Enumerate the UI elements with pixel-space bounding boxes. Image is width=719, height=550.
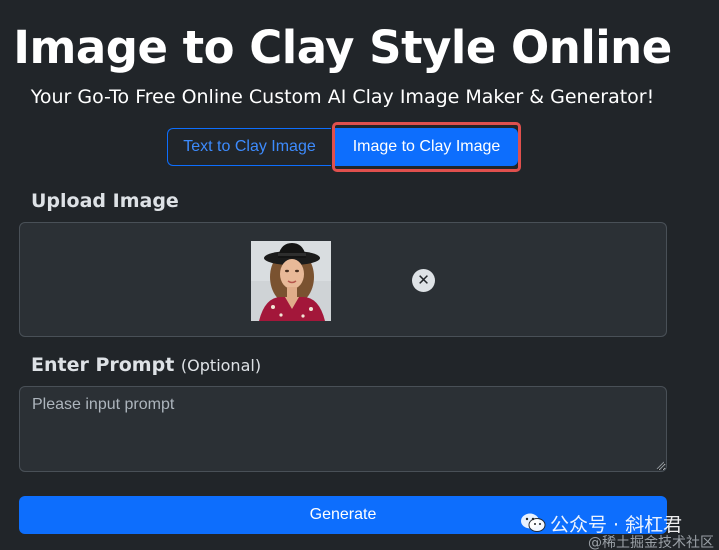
prompt-label-text: Enter Prompt	[31, 354, 175, 376]
mode-tabs: Text to Clay Image Image to Clay Image	[167, 122, 521, 172]
remove-image-button[interactable]: ✕	[412, 269, 435, 292]
page: Image to Clay Style Online Your Go-To Fr…	[0, 0, 719, 550]
uploaded-image-thumbnail	[251, 241, 331, 321]
active-tab-highlight: Image to Clay Image	[332, 122, 521, 172]
resize-grip-icon[interactable]	[656, 461, 664, 469]
prompt-optional-text: (Optional)	[180, 356, 262, 375]
tab-image-to-clay[interactable]: Image to Clay Image	[335, 128, 518, 166]
page-title: Image to Clay Style Online	[13, 21, 672, 74]
prompt-input[interactable]	[19, 386, 667, 472]
close-icon: ✕	[417, 272, 430, 289]
watermark-source: @稀土掘金技术社区	[588, 535, 714, 550]
upload-dropzone[interactable]: ✕	[19, 222, 667, 337]
page-subtitle: Your Go-To Free Online Custom AI Clay Im…	[30, 86, 655, 108]
wechat-icon	[521, 513, 546, 532]
tab-text-to-clay[interactable]: Text to Clay Image	[167, 128, 331, 166]
watermark: 公众号 · 斜杠君 @稀土掘金技术社区	[520, 508, 716, 550]
prompt-label: Enter Prompt (Optional)	[31, 354, 261, 376]
upload-label: Upload Image	[31, 190, 179, 212]
